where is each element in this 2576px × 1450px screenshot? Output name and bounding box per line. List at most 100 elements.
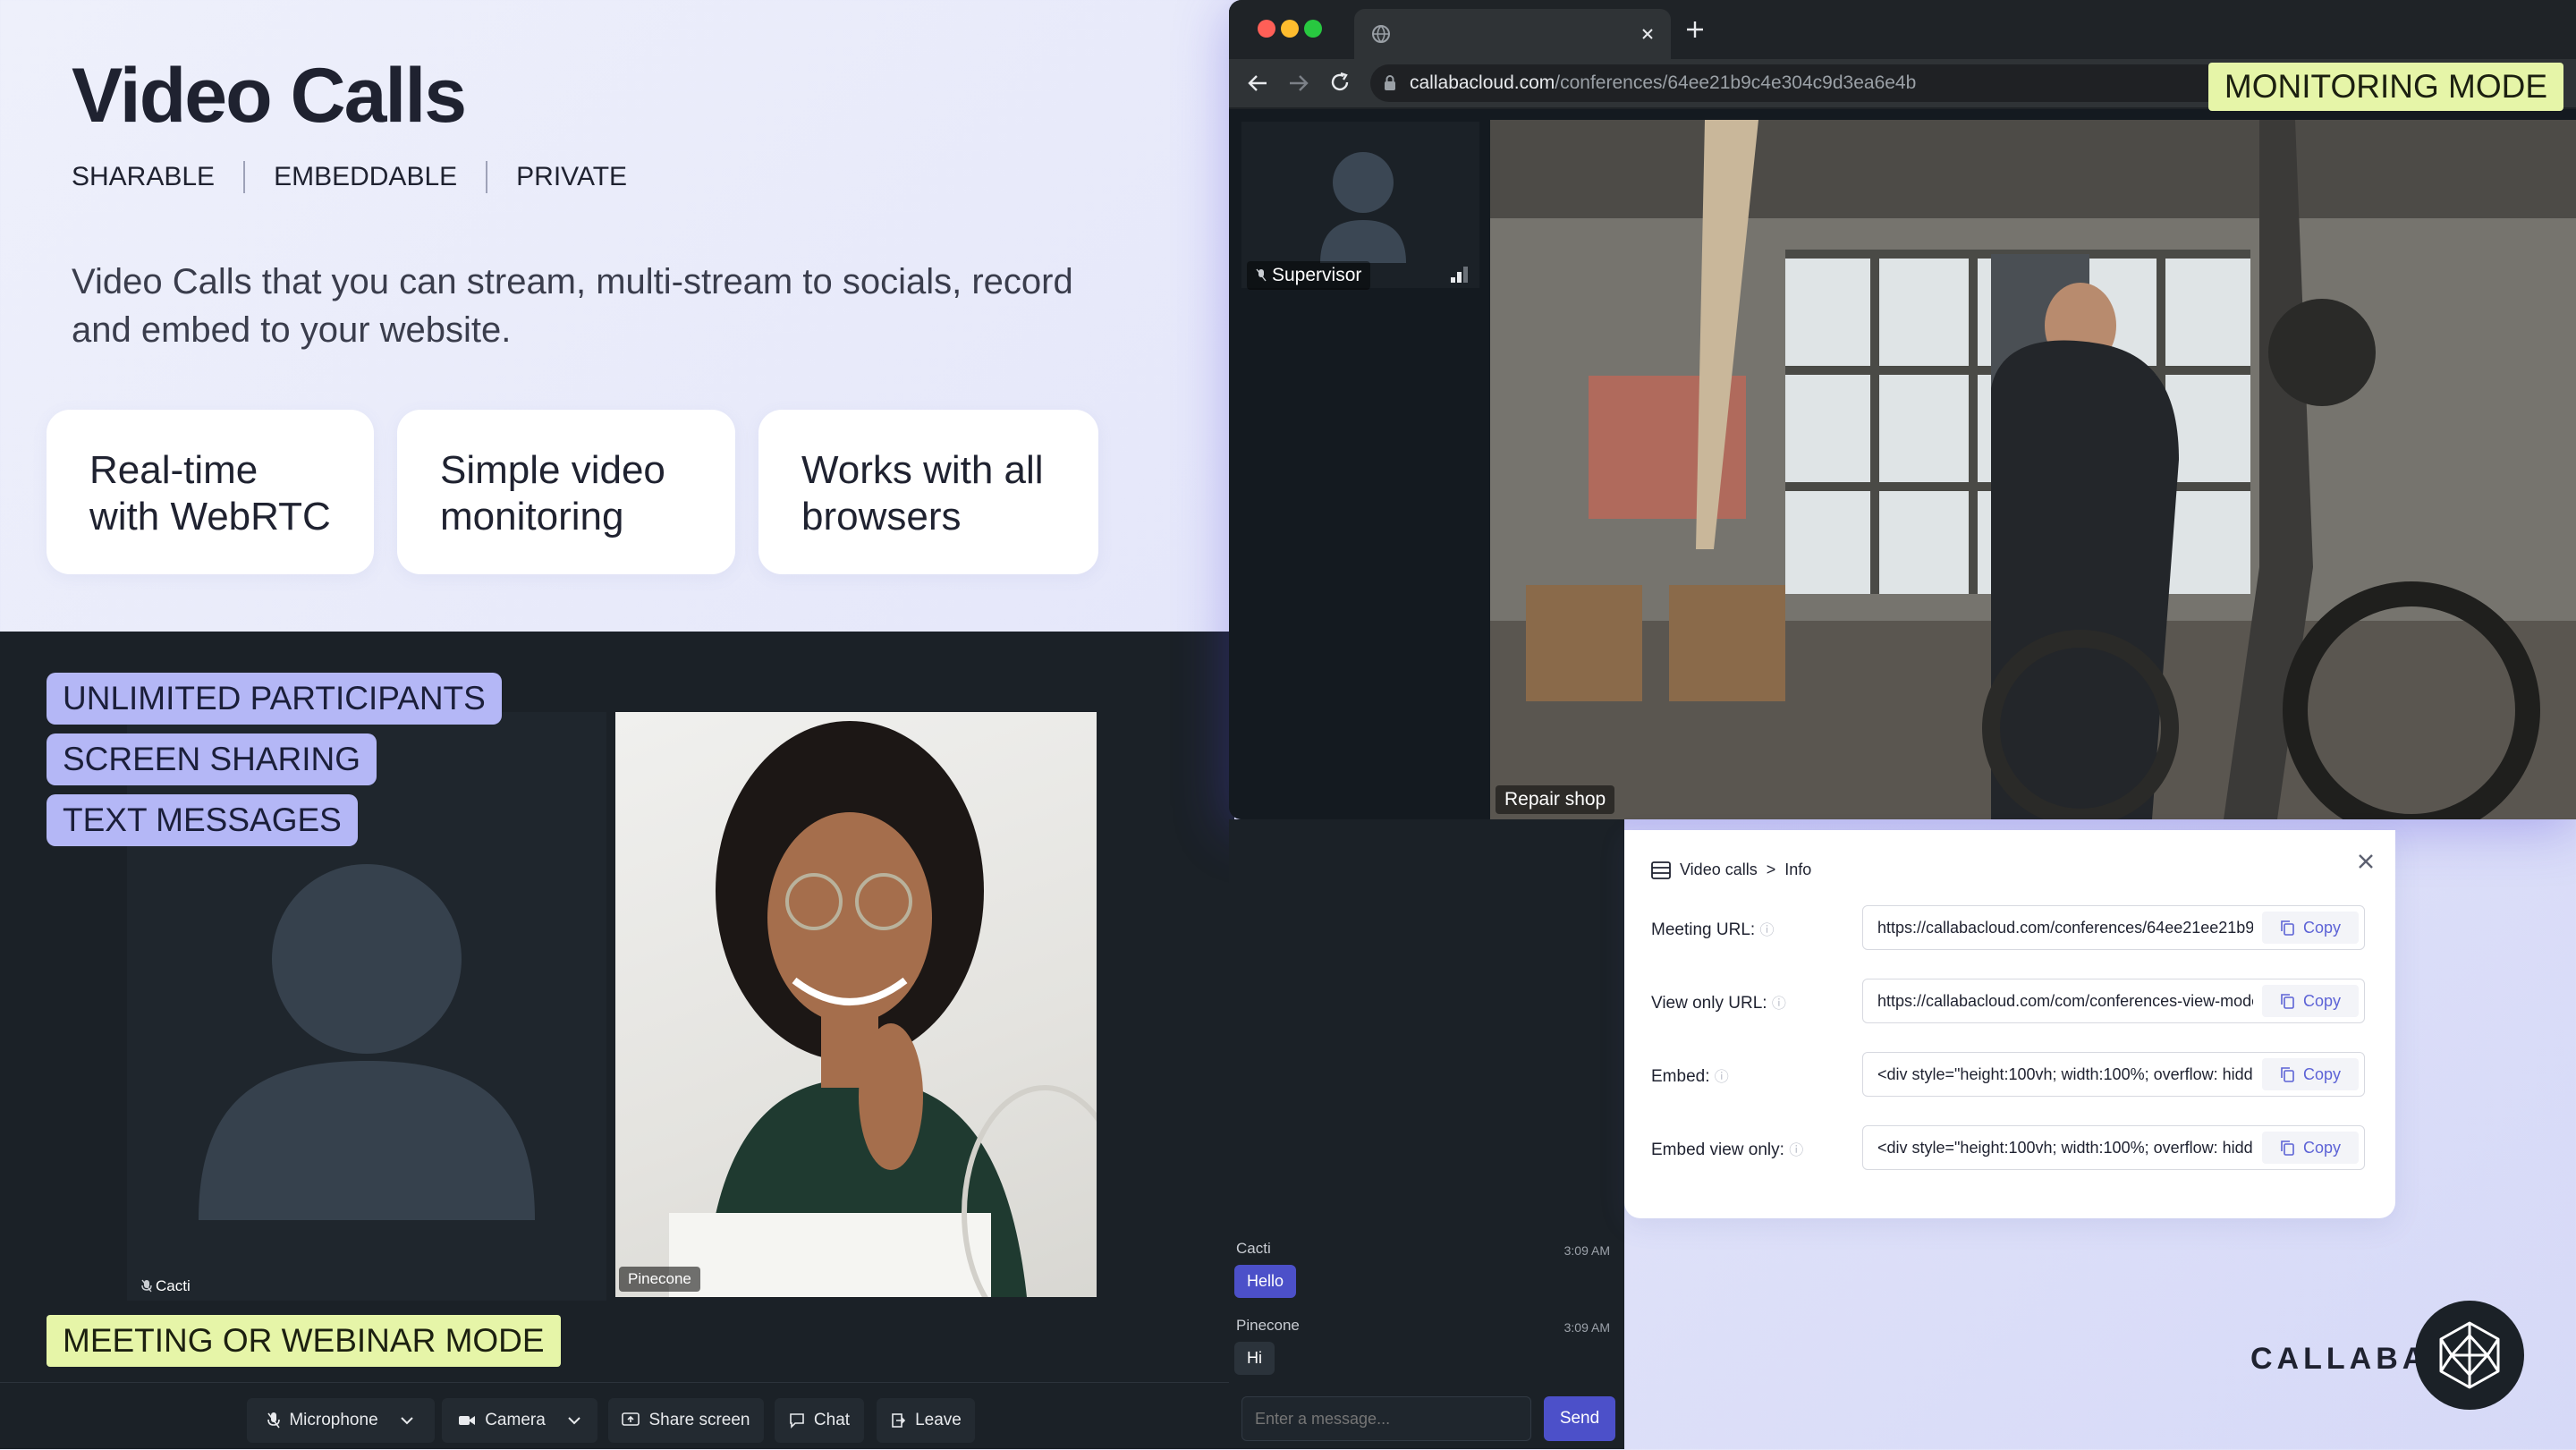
supervisor-tile[interactable]: Supervisor: [1241, 122, 1479, 290]
hero-tags: SHARABLE EMBEDDABLE PRIVATE: [72, 161, 627, 193]
feature-text: Works with all: [801, 448, 1044, 492]
back-arrow-icon[interactable]: [1247, 73, 1268, 93]
brand-name: CALLABA: [2250, 1342, 2429, 1376]
window-maximize-dot[interactable]: [1304, 20, 1322, 38]
browser-tab[interactable]: [1354, 9, 1671, 59]
mic-muted-icon: [267, 1412, 281, 1429]
window-close-dot[interactable]: [1258, 20, 1275, 38]
repair-shop-video-image: [1490, 120, 2576, 819]
copy-button[interactable]: Copy: [2262, 985, 2359, 1017]
breadcrumb: Video calls > Info: [1651, 861, 1811, 879]
info-row-view-only-url: View only URL: ⓘ https://callabacloud.co…: [1651, 979, 2367, 1023]
info-row-embed-view-only: Embed view only: ⓘ <div style="height:10…: [1651, 1125, 2367, 1170]
microphone-button[interactable]: Microphone: [247, 1398, 435, 1443]
camera-button[interactable]: Camera: [442, 1398, 597, 1443]
tag-divider: [243, 161, 246, 193]
tag-divider: [486, 161, 488, 193]
monitoring-view: Supervisor Repair shop: [1229, 109, 2576, 819]
supervisor-name-tag: Supervisor: [1247, 261, 1371, 290]
share-screen-button[interactable]: Share screen: [608, 1398, 764, 1443]
info-label-text: Embed:: [1651, 1067, 1710, 1086]
participant-name-tag: Pinecone: [619, 1267, 700, 1292]
feature-card-monitoring: Simple video monitoring: [397, 410, 735, 574]
polyhedron-logo-icon: [2439, 1321, 2500, 1389]
chat-panel: Cacti 3:09 AM Hello Pinecone 3:09 AM Hi …: [1229, 819, 1624, 1449]
feature-card-browsers: Works with all browsers: [758, 410, 1098, 574]
copy-button[interactable]: Copy: [2262, 1132, 2359, 1164]
breadcrumb-root[interactable]: Video calls: [1680, 861, 1758, 879]
feature-card-webrtc: Real-time with WebRTC: [47, 410, 374, 574]
url-domain: callabacloud.com: [1410, 72, 1555, 93]
tag-private: PRIVATE: [516, 162, 628, 191]
copy-button[interactable]: Copy: [2262, 912, 2359, 944]
meeting-toolbar: Microphone Camera Share screen Chat Leav…: [0, 1382, 1229, 1450]
participant-name-tag: Cacti: [132, 1274, 199, 1299]
chat-timestamp: 3:09 AM: [1563, 1243, 1610, 1258]
feature-text: Real-time: [89, 448, 258, 492]
info-label: Embed view only: ⓘ: [1651, 1138, 1803, 1160]
copy-button[interactable]: Copy: [2262, 1058, 2359, 1090]
window-minimize-dot[interactable]: [1281, 20, 1299, 38]
embed-field[interactable]: <div style="height:100vh; width:100%; ov…: [1862, 1052, 2365, 1097]
leave-button[interactable]: Leave: [877, 1398, 975, 1443]
reload-icon[interactable]: [1329, 72, 1351, 93]
stream-name-tag: Repair shop: [1496, 785, 1615, 814]
breadcrumb-leaf: Info: [1784, 861, 1812, 878]
info-label-text: View only URL:: [1651, 994, 1767, 1013]
info-label: Meeting URL: ⓘ: [1651, 918, 1774, 940]
participant-name: Cacti: [156, 1277, 191, 1294]
info-circle-icon: ⓘ: [1714, 1070, 1729, 1085]
chevron-down-icon[interactable]: [567, 1411, 581, 1430]
feature-text: monitoring: [440, 495, 624, 538]
copy-icon: [2281, 1140, 2294, 1156]
copy-icon: [2281, 1067, 2294, 1082]
avatar-placeholder-icon: [1320, 152, 1406, 263]
close-icon[interactable]: [2356, 852, 2376, 871]
chevron-down-icon[interactable]: [400, 1411, 414, 1430]
monitoring-mode-badge: MONITORING MODE: [2207, 63, 2563, 111]
forward-arrow-icon[interactable]: [1288, 73, 1309, 93]
chat-message: Hi: [1234, 1342, 1275, 1375]
info-panel: Video calls > Info Meeting URL: ⓘ https:…: [1624, 830, 2395, 1218]
breadcrumb-separator: >: [1766, 861, 1776, 878]
mic-muted-icon: [141, 1279, 152, 1293]
share-screen-icon: [622, 1412, 640, 1426]
page-title: Video Calls: [72, 53, 467, 139]
info-circle-icon: ⓘ: [1759, 923, 1775, 938]
mic-muted-icon: [1256, 268, 1267, 282]
info-label: View only URL: ⓘ: [1651, 991, 1786, 1013]
new-tab-icon[interactable]: [1685, 20, 1705, 39]
embed-view-only-field[interactable]: <div style="height:100vh; width:100%; ov…: [1862, 1125, 2365, 1170]
meeting-url-field[interactable]: https://callabacloud.com/conferences/64e…: [1862, 905, 2365, 950]
copy-icon: [2281, 920, 2294, 936]
info-circle-icon: ⓘ: [1789, 1143, 1804, 1158]
feature-text: browsers: [801, 495, 962, 538]
info-label: Embed: ⓘ: [1651, 1064, 1729, 1087]
avatar-placeholder-icon: [199, 864, 535, 1220]
send-button[interactable]: Send: [1544, 1396, 1615, 1441]
camera-icon: [459, 1416, 476, 1425]
chat-button[interactable]: Chat: [775, 1398, 864, 1443]
main-stream-video[interactable]: Repair shop: [1490, 120, 2576, 819]
close-tab-icon[interactable]: [1640, 27, 1655, 41]
view-only-url-field[interactable]: https://callabacloud.com/com/conferences…: [1862, 979, 2365, 1023]
tag-sharable: SHARABLE: [72, 162, 216, 191]
info-value: https://callabacloud.com/conferences/64e…: [1877, 919, 2253, 937]
chat-message-input[interactable]: [1241, 1396, 1531, 1441]
participant-tile-pinecone[interactable]: Pinecone: [615, 712, 1097, 1297]
globe-icon: [1372, 25, 1390, 44]
info-label-text: Embed view only:: [1651, 1140, 1784, 1159]
participant-video-image: [669, 721, 1097, 1297]
chat-timestamp: 3:09 AM: [1563, 1320, 1610, 1335]
info-row-meeting-url: Meeting URL: ⓘ https://callabacloud.com/…: [1651, 905, 2367, 950]
info-circle-icon: ⓘ: [1771, 996, 1786, 1012]
camera-label: Camera: [485, 1411, 546, 1429]
meeting-panel: Cacti Pinecone UNLIMITED PARTICIPANTS SC…: [0, 632, 1234, 1449]
browser-tab-bar: [1229, 0, 2576, 59]
chat-author: Cacti: [1236, 1240, 1271, 1257]
tag-embeddable: EMBEDDABLE: [274, 162, 458, 191]
leave-label: Leave: [915, 1411, 962, 1429]
address-bar[interactable]: callabacloud.com/conferences/64ee21b9c4e…: [1370, 64, 2292, 102]
chat-label: Chat: [813, 1411, 851, 1429]
chat-author: Pinecone: [1236, 1317, 1300, 1334]
